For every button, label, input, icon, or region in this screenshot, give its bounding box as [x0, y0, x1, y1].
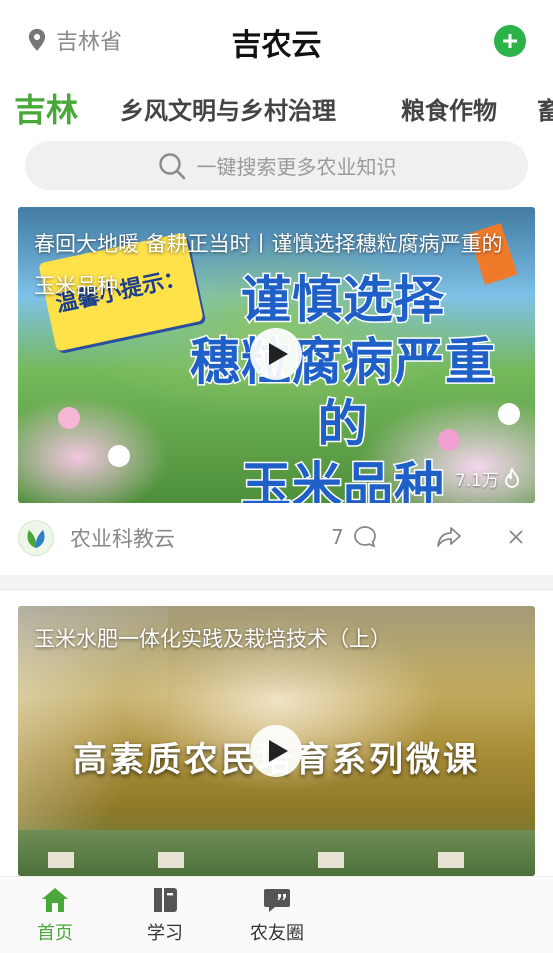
top-bar: 吉林省 吉农云 — [0, 0, 553, 80]
app-title: 吉农云 — [231, 28, 322, 63]
house-decor — [438, 852, 464, 868]
chat-quote-icon — [264, 889, 290, 912]
house-decor — [318, 852, 344, 868]
video-title[interactable]: 玉米水肥一体化实践及栽培技术（上） — [34, 618, 519, 660]
plus-circle-icon — [503, 34, 517, 48]
home-icon — [42, 888, 68, 912]
video-title[interactable]: 春回大地暖 备耕正当时丨谨慎选择穗粒腐病严重的玉米品种 — [34, 223, 519, 307]
play-button[interactable] — [250, 725, 302, 777]
leaf-logo-icon — [27, 530, 45, 548]
search-placeholder: 一键搜索更多农业知识 — [196, 155, 397, 179]
poster-line: 穗粒腐病严重的 — [189, 332, 497, 455]
view-count-text: 7.1万 — [454, 471, 499, 491]
nav-community[interactable]: 农友圈 — [237, 885, 317, 945]
share-icon[interactable] — [436, 524, 462, 550]
bottom-nav: 首页 学习 农友圈 — [0, 876, 553, 953]
nav-label: 学习 — [147, 923, 183, 944]
feed-divider — [0, 575, 553, 590]
house-decor — [158, 852, 184, 868]
village-strip — [18, 830, 535, 876]
play-button[interactable] — [250, 328, 302, 380]
flower-decor — [58, 407, 80, 429]
tab-rural-governance[interactable]: 乡风文明与乡村治理 — [120, 82, 336, 134]
video-card-2[interactable]: 玉米水肥一体化实践及栽培技术（上） 高素质农民培育系列微课 — [18, 606, 535, 876]
flame-icon — [505, 467, 519, 488]
play-icon — [269, 343, 288, 365]
play-icon — [269, 740, 288, 762]
tab-grain-crops[interactable]: 粮食作物 — [401, 82, 497, 134]
close-icon[interactable] — [506, 527, 526, 547]
tab-jilin[interactable]: 吉林 — [14, 82, 78, 134]
search-bar[interactable]: 一键搜索更多农业知识 — [25, 141, 528, 190]
add-button[interactable] — [494, 25, 526, 57]
tab-livestock[interactable]: 畜 — [537, 82, 553, 134]
card-meta-row: 农业科教云 7 — [18, 515, 535, 561]
nav-study[interactable]: 学习 — [125, 885, 205, 945]
comment-icon — [353, 526, 376, 548]
book-icon — [154, 888, 177, 912]
view-count: 7.1万 — [455, 466, 521, 491]
flower-decor — [108, 445, 130, 467]
source-name[interactable]: 农业科教云 — [70, 523, 175, 553]
video-card-1[interactable]: 温馨小提示： 谨慎选择 穗粒腐病严重的 玉米品种 春回大地暖 备耕正当时丨谨慎选… — [18, 207, 535, 503]
nav-label: 首页 — [37, 923, 73, 944]
nav-label: 农友圈 — [250, 923, 304, 944]
house-decor — [48, 852, 74, 868]
search-icon — [158, 152, 185, 179]
nav-home[interactable]: 首页 — [15, 885, 95, 945]
source-avatar[interactable] — [18, 520, 54, 556]
category-tabs: 吉林 乡风文明与乡村治理 粮食作物 畜 — [0, 82, 553, 134]
comment-count: 7 — [331, 525, 344, 549]
comment-button[interactable]: 7 — [331, 524, 378, 550]
